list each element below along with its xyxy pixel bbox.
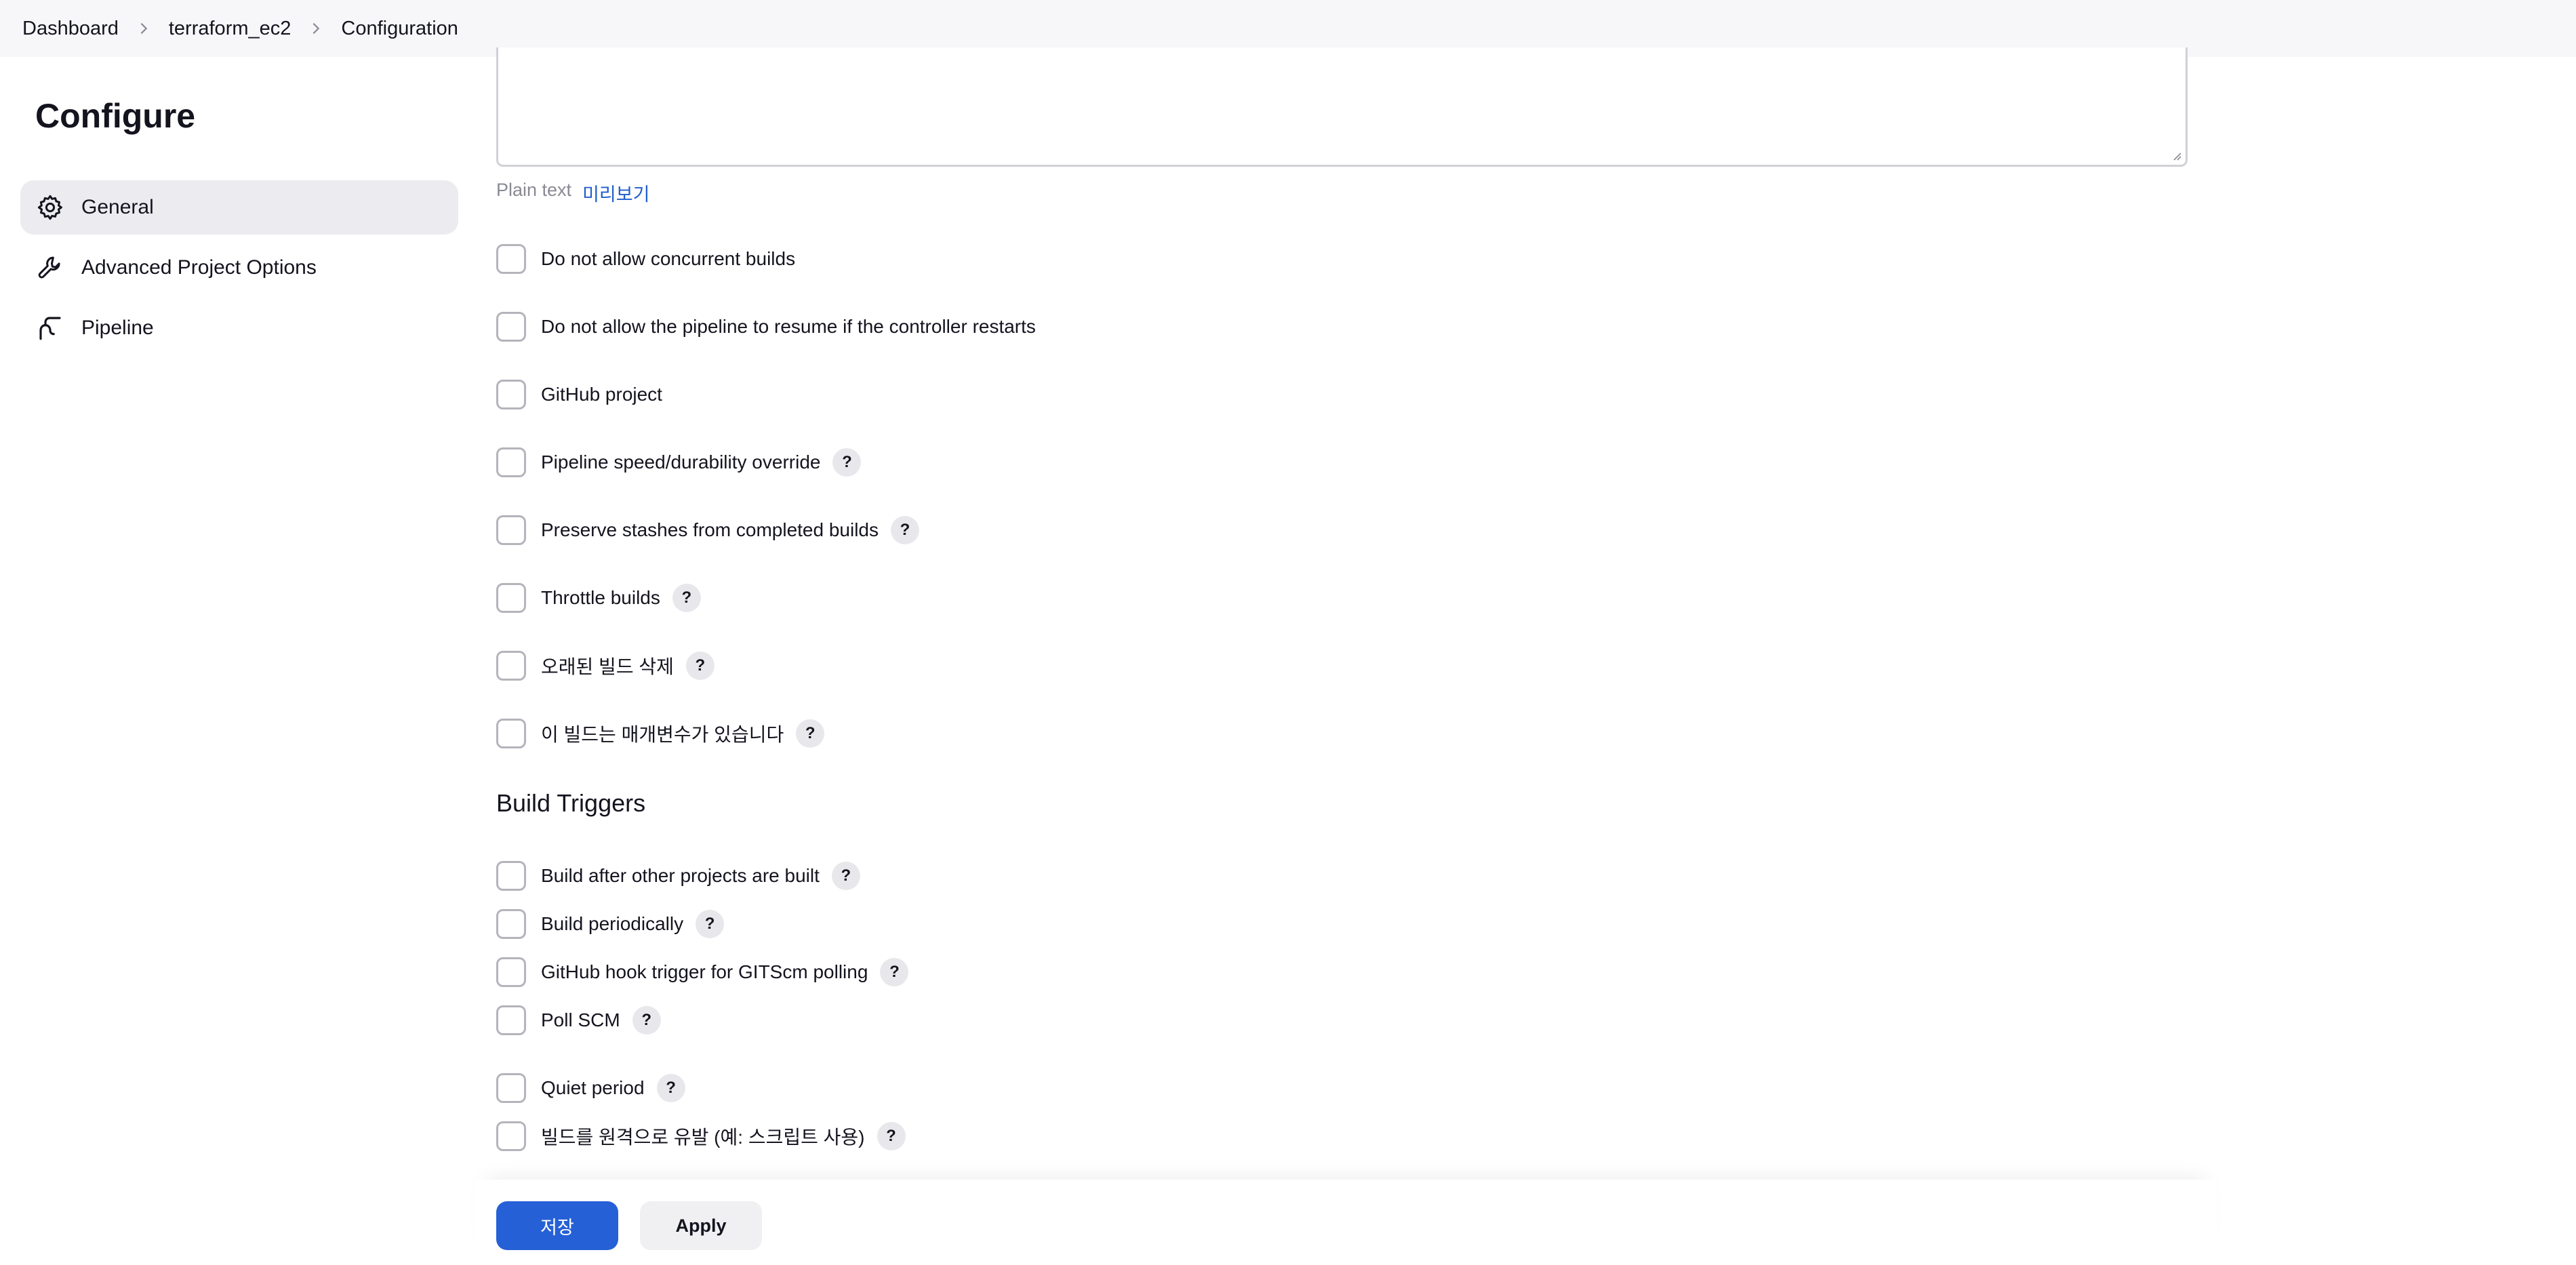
breadcrumb-dashboard[interactable]: Dashboard — [22, 18, 119, 40]
sidebar-item-pipeline[interactable]: Pipeline — [20, 301, 458, 355]
sidebar-item-general[interactable]: General — [20, 180, 458, 235]
help-icon[interactable]: ? — [891, 516, 919, 544]
sidebar-item-label: General — [81, 196, 154, 218]
option-throttle-builds: Throttle builds ? — [496, 583, 701, 613]
checkbox[interactable] — [496, 909, 526, 939]
option-label[interactable]: 이 빌드는 매개변수가 있습니다 — [541, 720, 784, 747]
option-label[interactable]: 빌드를 원격으로 유발 (예: 스크립트 사용) — [541, 1123, 865, 1150]
help-icon[interactable]: ? — [831, 862, 860, 890]
help-icon[interactable]: ? — [632, 1006, 661, 1035]
sidebar-item-label: Pipeline — [81, 317, 154, 339]
chevron-right-icon — [308, 21, 323, 36]
option-label[interactable]: Build after other projects are built — [541, 865, 820, 887]
trigger-poll-scm: Poll SCM ? — [496, 1005, 661, 1035]
help-icon[interactable]: ? — [796, 719, 825, 748]
option-label[interactable]: Quiet period — [541, 1077, 645, 1099]
section-title-build-triggers: Build Triggers — [496, 789, 646, 817]
help-icon[interactable]: ? — [832, 448, 862, 477]
help-icon[interactable]: ? — [877, 1122, 906, 1150]
option-label[interactable]: Do not allow concurrent builds — [541, 248, 795, 270]
sidebar-item-advanced-project-options[interactable]: Advanced Project Options — [20, 241, 458, 295]
chevron-right-icon — [136, 21, 151, 36]
page-title: Configure — [35, 97, 196, 135]
checkbox[interactable] — [496, 719, 526, 748]
trigger-github-hook: GitHub hook trigger for GITScm polling ? — [496, 957, 909, 987]
preview-link[interactable]: 미리보기 — [582, 180, 649, 206]
option-label[interactable]: Throttle builds — [541, 587, 660, 609]
help-icon[interactable]: ? — [880, 958, 909, 986]
checkbox[interactable] — [496, 244, 526, 274]
trigger-build-periodically: Build periodically ? — [496, 909, 725, 939]
option-no-concurrent-builds: Do not allow concurrent builds — [496, 244, 795, 274]
option-durability-override: Pipeline speed/durability override ? — [496, 447, 862, 477]
breadcrumb-configuration[interactable]: Configuration — [341, 18, 458, 40]
trigger-after-other-projects: Build after other projects are built ? — [496, 861, 860, 891]
checkbox[interactable] — [496, 651, 526, 681]
trigger-remote: 빌드를 원격으로 유발 (예: 스크립트 사용) ? — [496, 1121, 906, 1151]
resize-grip-icon[interactable] — [2169, 148, 2181, 161]
checkbox[interactable] — [496, 1121, 526, 1151]
description-format: Plain text 미리보기 — [496, 180, 649, 206]
checkbox[interactable] — [496, 957, 526, 987]
checkbox[interactable] — [496, 583, 526, 613]
checkbox[interactable] — [496, 447, 526, 477]
help-icon[interactable]: ? — [696, 910, 725, 938]
option-label[interactable]: Poll SCM — [541, 1009, 620, 1031]
checkbox[interactable] — [496, 1005, 526, 1035]
trigger-quiet-period: Quiet period ? — [496, 1073, 685, 1103]
option-label[interactable]: Do not allow the pipeline to resume if t… — [541, 316, 1036, 338]
option-label[interactable]: Preserve stashes from completed builds — [541, 519, 879, 541]
gear-icon — [35, 193, 65, 222]
apply-button[interactable]: Apply — [640, 1201, 762, 1250]
save-button[interactable]: 저장 — [496, 1201, 618, 1250]
description-textarea[interactable] — [496, 47, 2188, 167]
sidebar-item-label: Advanced Project Options — [81, 256, 317, 279]
sidebar-nav: General Advanced Project Options Pipelin… — [20, 180, 458, 361]
option-preserve-stashes: Preserve stashes from completed builds ? — [496, 515, 919, 545]
checkbox[interactable] — [496, 861, 526, 891]
option-label[interactable]: Pipeline speed/durability override — [541, 451, 820, 473]
breadcrumb-project[interactable]: terraform_ec2 — [169, 18, 291, 40]
wrench-icon — [35, 253, 65, 283]
option-discard-old-builds: 오래된 빌드 삭제 ? — [496, 651, 715, 681]
option-label[interactable]: GitHub hook trigger for GITScm polling — [541, 961, 868, 983]
checkbox[interactable] — [496, 312, 526, 342]
help-icon[interactable]: ? — [656, 1074, 685, 1102]
option-label[interactable]: GitHub project — [541, 384, 662, 405]
option-label[interactable]: 오래된 빌드 삭제 — [541, 652, 674, 679]
option-github-project: GitHub project — [496, 380, 662, 409]
option-parameterized: 이 빌드는 매개변수가 있습니다 ? — [496, 719, 825, 748]
option-label[interactable]: Build periodically — [541, 913, 683, 935]
checkbox[interactable] — [496, 515, 526, 545]
option-no-resume: Do not allow the pipeline to resume if t… — [496, 312, 1036, 342]
help-icon[interactable]: ? — [685, 651, 715, 680]
format-label: Plain text — [496, 180, 572, 200]
checkbox[interactable] — [496, 1073, 526, 1103]
help-icon[interactable]: ? — [672, 584, 701, 612]
pipeline-icon — [35, 313, 65, 343]
checkbox[interactable] — [496, 380, 526, 409]
